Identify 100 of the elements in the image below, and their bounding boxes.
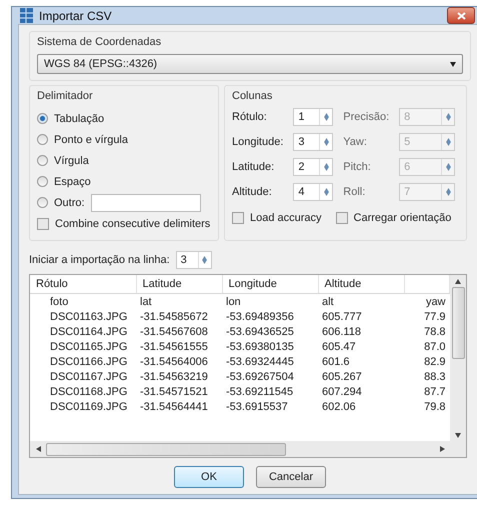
radio-label: Vírgula <box>54 154 89 166</box>
spin-up-icon[interactable] <box>324 113 329 117</box>
input-field[interactable] <box>90 194 201 212</box>
radio-button[interactable] <box>37 176 48 187</box>
cancel-button[interactable]: Cancelar <box>256 466 326 488</box>
checkbox-label: Combine consecutive delimiters <box>55 218 210 230</box>
table-cell-text: -53.69436525 <box>225 324 295 339</box>
table-cell-text: -31.54585672 <box>139 310 209 324</box>
table-cell-text: 78.8 <box>423 324 446 339</box>
radio-button[interactable] <box>37 113 48 124</box>
spin-down-icon[interactable] <box>324 167 329 171</box>
radio-button[interactable] <box>37 134 48 145</box>
table-cell-text: 87.0 <box>423 340 446 354</box>
spin-box[interactable]: 2 <box>293 158 334 176</box>
scroll-thumb[interactable] <box>452 287 464 359</box>
scroll-up-icon[interactable] <box>455 278 461 284</box>
spin-box[interactable]: 3 <box>176 250 212 268</box>
column-header[interactable]: Altitude <box>318 275 404 294</box>
table-cell-text: 87.7 <box>423 384 446 399</box>
column-header[interactable]: Latitude <box>136 275 222 294</box>
coordinate-dropdown[interactable]: WGS 84 (EPSG::4326) <box>37 54 463 74</box>
scroll-left-icon[interactable] <box>36 446 40 452</box>
radio-label: Outro: <box>54 196 85 208</box>
table-cell: foto <box>30 294 136 309</box>
group-label: Sistema de Coordenadas <box>37 36 162 48</box>
table-cell-text: 82.9 <box>423 354 446 369</box>
spin-down-icon[interactable] <box>324 192 329 196</box>
spin-down-icon[interactable] <box>324 142 329 146</box>
checkbox[interactable] <box>336 212 348 224</box>
field-label: Latitude: <box>232 161 276 173</box>
field-label: Precisão: <box>343 111 390 123</box>
table-cell-text: -53.69211545 <box>225 384 294 399</box>
table-cell-text: 77.9 <box>423 310 446 324</box>
column-header[interactable]: Rótulo <box>30 275 136 294</box>
spin-up-icon[interactable] <box>324 138 329 142</box>
window-title: Importar CSV <box>39 8 113 22</box>
ok-button[interactable]: OK <box>174 466 244 488</box>
table-cell-text: -31.54564006 <box>139 354 209 369</box>
checkbox[interactable] <box>37 218 49 230</box>
radio-button[interactable] <box>37 197 48 208</box>
table-cell-text: -31.54563219 <box>139 370 209 384</box>
checkbox[interactable] <box>232 212 244 224</box>
table-cell-text: -31.54567608 <box>139 324 209 339</box>
close-icon[interactable] <box>456 12 466 20</box>
spin-up-icon[interactable] <box>202 256 208 260</box>
close-button[interactable] <box>447 7 475 24</box>
field-label: Longitude: <box>232 136 284 148</box>
horizontal-scrollbar[interactable] <box>30 441 450 457</box>
radio-label: Ponto e vírgula <box>54 134 128 146</box>
table-cell-text: -53.6915537 <box>225 400 289 414</box>
field-label: Altitude: <box>232 186 273 198</box>
scroll-thumb[interactable] <box>46 442 286 456</box>
table-cell-text: DSC01169.JPG <box>49 400 128 414</box>
table-cell-text: 79.8 <box>423 400 446 414</box>
table-cell-text: -53.69324445 <box>225 354 295 369</box>
table-cell-text: DSC01165.JPG <box>49 340 128 354</box>
field-label: Iniciar a importação na linha: <box>29 254 170 266</box>
table-cell-text: DSC01166.JPG <box>49 354 128 369</box>
table-cell: yaw <box>404 294 450 309</box>
spin-down-icon[interactable] <box>324 117 329 121</box>
radio-button[interactable] <box>37 155 48 166</box>
table-cell-text: 605.777 <box>321 310 363 324</box>
table-cell-text: 605.47 <box>321 340 357 354</box>
group-label: Delimitador <box>37 90 94 102</box>
table-cell: lon <box>222 294 318 309</box>
spin-box[interactable]: 4 <box>293 183 334 201</box>
table-cell-text: 606.118 <box>321 324 362 339</box>
spin-box[interactable]: 3 <box>293 133 334 151</box>
table-cell-text: -53.69267504 <box>225 370 295 384</box>
scroll-right-icon[interactable] <box>440 446 444 452</box>
radio-label: Espaço <box>54 176 91 188</box>
column-header[interactable]: Longitude <box>222 275 318 294</box>
table-cell-text: -31.54571521 <box>139 384 209 399</box>
spin-up-icon[interactable] <box>324 163 329 167</box>
table-cell: lat <box>136 294 222 309</box>
table-cell-text: -31.54561555 <box>139 340 209 354</box>
caret-icon[interactable] <box>450 62 456 66</box>
checkbox-label: Load accuracy <box>250 212 322 224</box>
radio-label: Tabulação <box>54 112 104 124</box>
header-cell[interactable] <box>404 275 450 294</box>
scroll-down-icon[interactable] <box>455 432 461 438</box>
table-cell-text: DSC01167.JPG <box>49 370 128 384</box>
table-cell: alt <box>318 294 404 309</box>
table-cell-text: DSC01168.JPG <box>49 384 128 399</box>
spin-down-icon[interactable] <box>202 260 208 264</box>
group-label: Colunas <box>232 90 274 102</box>
table-cell-text: 607.294 <box>321 384 363 399</box>
table-cell-text: -53.69489356 <box>225 310 295 324</box>
table-cell-text: 602.06 <box>321 400 357 414</box>
field-label: Roll: <box>343 186 366 198</box>
table-cell-text: DSC01163.JPG <box>49 310 128 324</box>
field-label: Yaw: <box>343 136 368 148</box>
table-cell-text: 605.267 <box>321 370 363 384</box>
spin-up-icon[interactable] <box>324 188 329 192</box>
spin-box[interactable]: 1 <box>293 108 334 126</box>
field-label: Rótulo: <box>232 111 268 123</box>
checkbox-label: Carregar orientação <box>354 212 452 224</box>
field-label: Pitch: <box>343 161 372 173</box>
vertical-scrollbar[interactable] <box>450 275 466 441</box>
table-cell-text: -53.69380135 <box>225 340 295 354</box>
